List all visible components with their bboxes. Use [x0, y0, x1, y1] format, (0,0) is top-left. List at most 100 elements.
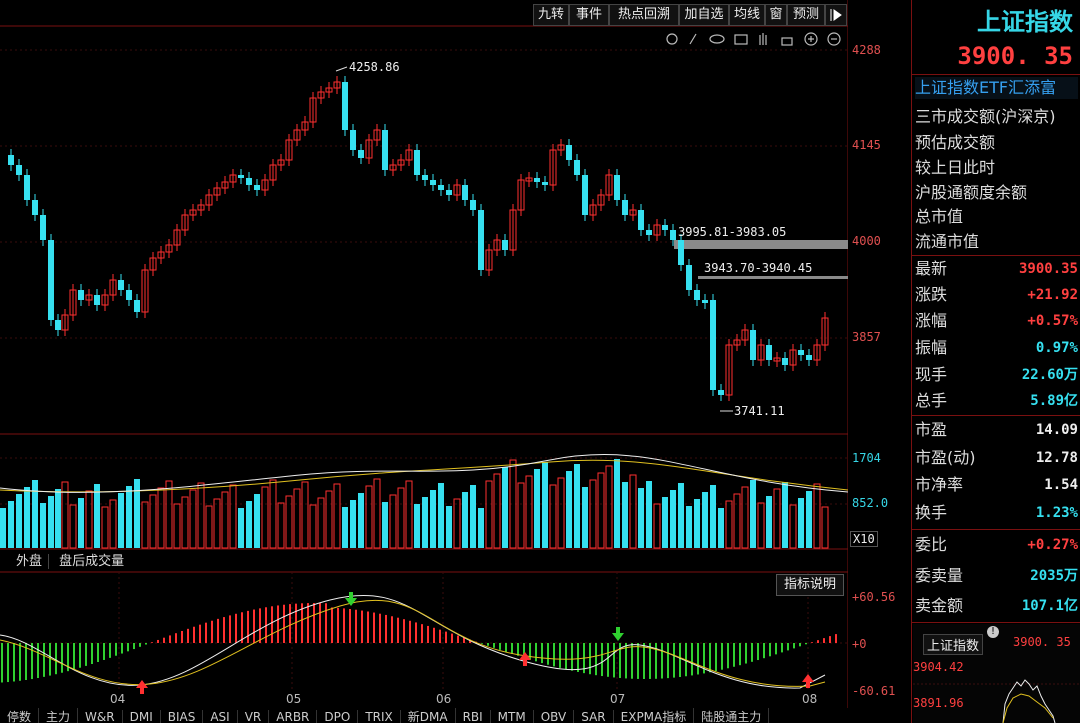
info-row: 流通市值: [915, 232, 980, 251]
settings-icon: [666, 33, 678, 45]
candlestick: [238, 175, 244, 178]
tab-indicator[interactable]: RBI: [456, 710, 491, 723]
eye-icon: [709, 34, 725, 44]
volume-bar: [653, 503, 661, 549]
toolbar-button-hotspot-replay[interactable]: 热点回溯: [609, 4, 679, 26]
volume-bar: [789, 504, 797, 549]
indicator-axis-label: +60.56: [852, 590, 896, 604]
toolbar-button-add-watchlist[interactable]: 加自选: [679, 4, 729, 26]
volume-bar: [430, 490, 436, 548]
volume-bar: [269, 479, 277, 549]
volume-bar: [517, 482, 525, 549]
tab-indicator[interactable]: TRIX: [358, 710, 401, 723]
tab-indicator[interactable]: EXPMA指标: [614, 708, 695, 723]
volume-bar: [438, 483, 444, 548]
tab-indicator[interactable]: SAR: [574, 710, 614, 723]
indicator-explain-button[interactable]: 指标说明: [776, 574, 844, 596]
toolbar-button-forecast[interactable]: 预测: [787, 4, 825, 26]
candlestick: [622, 200, 628, 215]
volume-bar: [165, 480, 173, 549]
volume-bar: [55, 489, 61, 548]
volume-bar: [662, 497, 668, 548]
valuation-row-pe: 市盈 14.09: [915, 420, 1078, 439]
volume-bar: [670, 490, 676, 548]
tab-indicator[interactable]: MTM: [491, 710, 534, 723]
volume-bar: [358, 493, 364, 548]
play-icon[interactable]: [825, 4, 847, 26]
volume-bar: [197, 482, 205, 549]
month-label: 07: [610, 692, 626, 706]
gap-band: [674, 240, 848, 249]
volume-bar: [40, 503, 46, 548]
volume-bar: [78, 498, 84, 548]
tab-indicator[interactable]: DPO: [317, 710, 359, 723]
volume-bar: [126, 486, 132, 548]
indicator-axis-label: +0: [852, 637, 867, 651]
volume-bar: [238, 508, 244, 548]
tab-indicator[interactable]: VR: [238, 710, 270, 723]
tab-indicator[interactable]: DMI: [123, 710, 161, 723]
valuation-row-turnover: 换手 1.23%: [915, 503, 1078, 522]
tab-indicator[interactable]: 陆股通主力: [694, 708, 770, 723]
tab-indicator[interactable]: 新DMA: [401, 708, 456, 723]
volume-bar: [557, 477, 565, 549]
gap-annotation-2: 3943.70-3940.45: [704, 261, 813, 275]
mini-intraday-line: [913, 679, 1080, 723]
quote-panel: 上证指数 3900. 35 上证指数ETF汇添富 三市成交额(沪深京) 预估成交…: [911, 0, 1080, 723]
toolbar-button-events[interactable]: 事件: [569, 4, 609, 26]
candlestick: [694, 290, 700, 300]
volume-bar: [821, 506, 829, 549]
quote-row-change-pct: 涨幅 +0.57%: [915, 311, 1078, 330]
candlestick: [502, 240, 508, 250]
volume-bar: [733, 493, 741, 549]
toolbar-button-jiuzhuan[interactable]: 九转: [533, 4, 569, 26]
candlestick: [470, 200, 476, 210]
volume-bar: [478, 508, 484, 548]
tab-indicator[interactable]: ASI: [203, 710, 238, 723]
mini-intraday-chart[interactable]: 上证指数 ! 3900. 35 3904.42 3891.96: [913, 624, 1080, 723]
volume-bar: [301, 481, 309, 549]
toolbar-button-window[interactable]: 窗: [765, 4, 787, 26]
volume-bar: [470, 485, 476, 548]
candlestick: [662, 225, 668, 230]
etf-link[interactable]: 上证指数ETF汇添富: [915, 77, 1078, 99]
tab-after-hours-volume[interactable]: 盘后成交量: [53, 554, 130, 569]
candlestick: [350, 130, 356, 150]
quote-row-total-vol: 总手 5.89亿: [915, 391, 1078, 410]
quote-row-current-vol: 现手 22.60万: [915, 365, 1078, 384]
volume-bar: [229, 484, 237, 549]
tab-indicator[interactable]: 主力: [39, 708, 79, 723]
volume-bar: [766, 496, 772, 548]
print-icon: [734, 34, 748, 45]
tab-outer-volume[interactable]: 外盘: [0, 554, 50, 569]
tab-indicator[interactable]: OBV: [534, 710, 575, 723]
chart-canvas[interactable]: [0, 0, 848, 723]
candlestick: [438, 185, 444, 190]
volume-bar: [414, 504, 420, 548]
candlestick: [246, 178, 252, 185]
volume-bar: [502, 467, 508, 548]
info-row: 沪股通额度余额: [915, 183, 1028, 202]
index-title: 上证指数: [977, 8, 1073, 36]
volume-bar: [605, 465, 613, 549]
candlestick: [8, 155, 14, 165]
volume-bar: [309, 504, 317, 549]
candlestick: [574, 160, 580, 175]
candlestick: [702, 300, 708, 303]
kline-chart-area[interactable]: 九转 事件 热点回溯 加自选 均线 窗 预测 4258.86 3741.11 3…: [0, 0, 848, 723]
tab-indicator[interactable]: BIAS: [161, 710, 204, 723]
toolbar-button-moving-average[interactable]: 均线: [729, 4, 765, 26]
tab-indicator[interactable]: W&R: [78, 710, 123, 723]
candlestick: [254, 185, 260, 190]
candlestick: [94, 295, 100, 305]
volume-bar: [293, 488, 301, 549]
volume-bar: [686, 506, 692, 548]
month-label: 04: [110, 692, 126, 706]
candlestick: [542, 182, 548, 185]
tab-indicator[interactable]: ARBR: [269, 710, 318, 723]
tab-indicator[interactable]: 停数: [0, 708, 40, 723]
hand-icon: [759, 33, 767, 45]
quote-row-amplitude: 振幅 0.97%: [915, 338, 1078, 357]
volume-bar: [382, 502, 388, 548]
volume-bar: [397, 487, 405, 549]
